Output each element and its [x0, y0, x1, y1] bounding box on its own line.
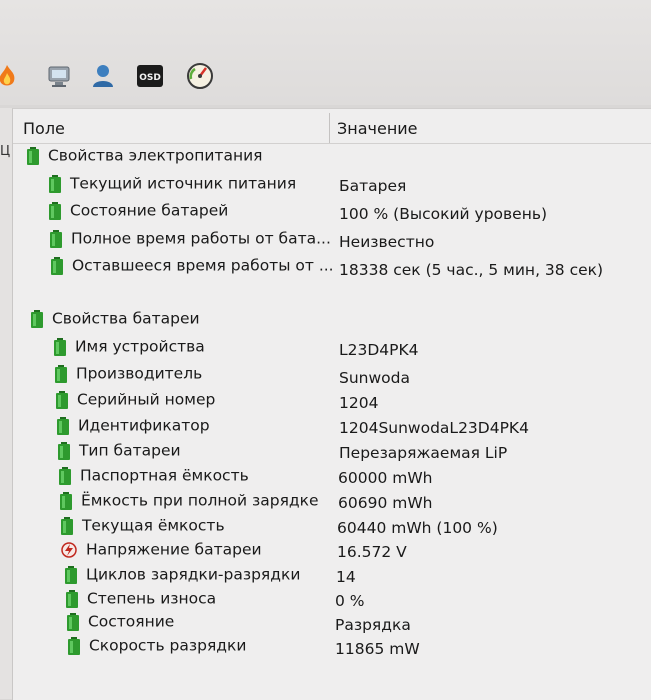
group-title: Свойства электропитания — [47, 146, 263, 165]
list-item[interactable]: Производитель — [55, 364, 202, 388]
svg-text:OSD: OSD — [139, 73, 161, 83]
battery-icon — [54, 337, 66, 356]
group-power-properties[interactable]: Свойства электропитания — [27, 146, 263, 170]
item-value: 60690 mWh — [338, 494, 433, 512]
computer-icon[interactable] — [44, 62, 74, 90]
battery-icon — [60, 491, 72, 510]
list-item[interactable]: Текущий источник питания — [49, 174, 296, 198]
item-value: 14 — [336, 568, 356, 586]
item-value: 1204SunwodaL23D4PK4 — [339, 419, 529, 437]
battery-icon — [49, 174, 61, 193]
column-header-field[interactable]: Поле — [23, 119, 65, 138]
column-separator[interactable] — [329, 113, 330, 143]
group-title: Свойства батареи — [51, 309, 200, 328]
item-value: Неизвестно — [339, 233, 435, 251]
battery-icon — [67, 612, 79, 631]
list-item[interactable]: Идентификатор — [57, 416, 210, 440]
item-label: Тип батареи — [78, 441, 181, 460]
list-item[interactable]: Текущая ёмкость — [61, 516, 225, 540]
item-value: Батарея — [339, 177, 407, 195]
list-item[interactable]: Ёмкость при полной зарядке — [60, 491, 319, 515]
item-label: Состояние батарей — [69, 201, 229, 220]
item-value: Разрядка — [335, 616, 411, 634]
osd-icon[interactable]: OSD — [135, 62, 165, 90]
item-value: 11865 mW — [335, 640, 420, 658]
list-item[interactable]: Серийный номер — [56, 390, 215, 414]
list-item[interactable]: Состояние — [67, 612, 174, 636]
gauge-icon[interactable] — [185, 62, 215, 90]
left-pane-edge: Ц — [0, 108, 12, 699]
item-label: Напряжение батареи — [85, 540, 262, 559]
battery-icon — [27, 146, 39, 165]
battery-icon — [68, 636, 80, 655]
list-item[interactable]: Напряжение батареи — [61, 540, 262, 564]
battery-icon — [51, 256, 63, 275]
list-item[interactable]: Оставшееся время работы от ... — [51, 256, 334, 280]
header-divider — [13, 143, 651, 144]
user-icon[interactable] — [88, 62, 118, 90]
item-label: Текущий источник питания — [69, 174, 297, 193]
battery-icon — [50, 229, 62, 248]
battery-icon — [56, 390, 68, 409]
battery-icon — [57, 416, 69, 435]
battery-icon — [49, 201, 61, 220]
list-item[interactable]: Циклов зарядки-разрядки — [65, 565, 300, 589]
column-header-value[interactable]: Значение — [337, 119, 418, 138]
item-label: Степень износа — [86, 589, 217, 608]
list-item[interactable]: Полное время работы от бата... — [50, 229, 331, 253]
battery-icon — [66, 589, 78, 608]
list-header: Поле Значение — [13, 113, 651, 143]
battery-icon — [55, 364, 67, 383]
flame-icon[interactable] — [0, 62, 22, 90]
item-label: Скорость разрядки — [88, 636, 247, 655]
item-value: 100 % (Высокий уровень) — [339, 205, 548, 223]
toolbar: OSD — [0, 0, 651, 105]
item-value: 0 % — [335, 592, 365, 610]
item-label: Циклов зарядки-разрядки — [85, 565, 301, 584]
item-value: Перезаряжаемая LiP — [339, 444, 508, 462]
item-label: Оставшееся время работы от ... — [71, 256, 334, 275]
battery-icon — [31, 309, 43, 328]
item-label: Идентификатор — [77, 416, 210, 435]
item-label: Ёмкость при полной зарядке — [80, 491, 319, 510]
item-label: Состояние — [87, 612, 175, 631]
battery-icon — [65, 565, 77, 584]
battery-icon — [61, 516, 73, 535]
item-value: 1204 — [339, 394, 379, 412]
properties-list[interactable]: Поле Значение Свойства электропитания Те… — [12, 108, 651, 700]
item-label: Имя устройства — [74, 337, 205, 356]
list-item[interactable]: Скорость разрядки — [68, 636, 246, 660]
item-value: 16.572 V — [337, 543, 407, 561]
item-value: 18338 сек (5 час., 5 мин, 38 сек) — [339, 261, 604, 279]
item-value: 60000 mWh — [338, 469, 433, 487]
item-value: Sunwoda — [339, 369, 410, 387]
item-label: Производитель — [75, 364, 203, 383]
battery-icon — [59, 466, 71, 485]
group-battery-properties[interactable]: Свойства батареи — [31, 309, 200, 333]
list-item[interactable]: Паспортная ёмкость — [59, 466, 249, 490]
lightning-icon — [61, 541, 77, 558]
list-item[interactable]: Тип батареи — [58, 441, 181, 465]
item-label: Серийный номер — [76, 390, 216, 409]
list-item[interactable]: Состояние батарей — [49, 201, 228, 225]
item-value: 60440 mWh (100 %) — [337, 519, 498, 537]
item-value: L23D4PK4 — [339, 341, 419, 359]
item-label: Полное время работы от бата... — [70, 229, 331, 248]
item-label: Текущая ёмкость — [81, 516, 225, 535]
battery-icon — [58, 441, 70, 460]
item-label: Паспортная ёмкость — [79, 466, 249, 485]
list-item[interactable]: Имя устройства — [54, 337, 205, 361]
list-item[interactable]: Степень износа — [66, 589, 216, 613]
left-pane-clipped-text: Ц — [0, 144, 11, 159]
